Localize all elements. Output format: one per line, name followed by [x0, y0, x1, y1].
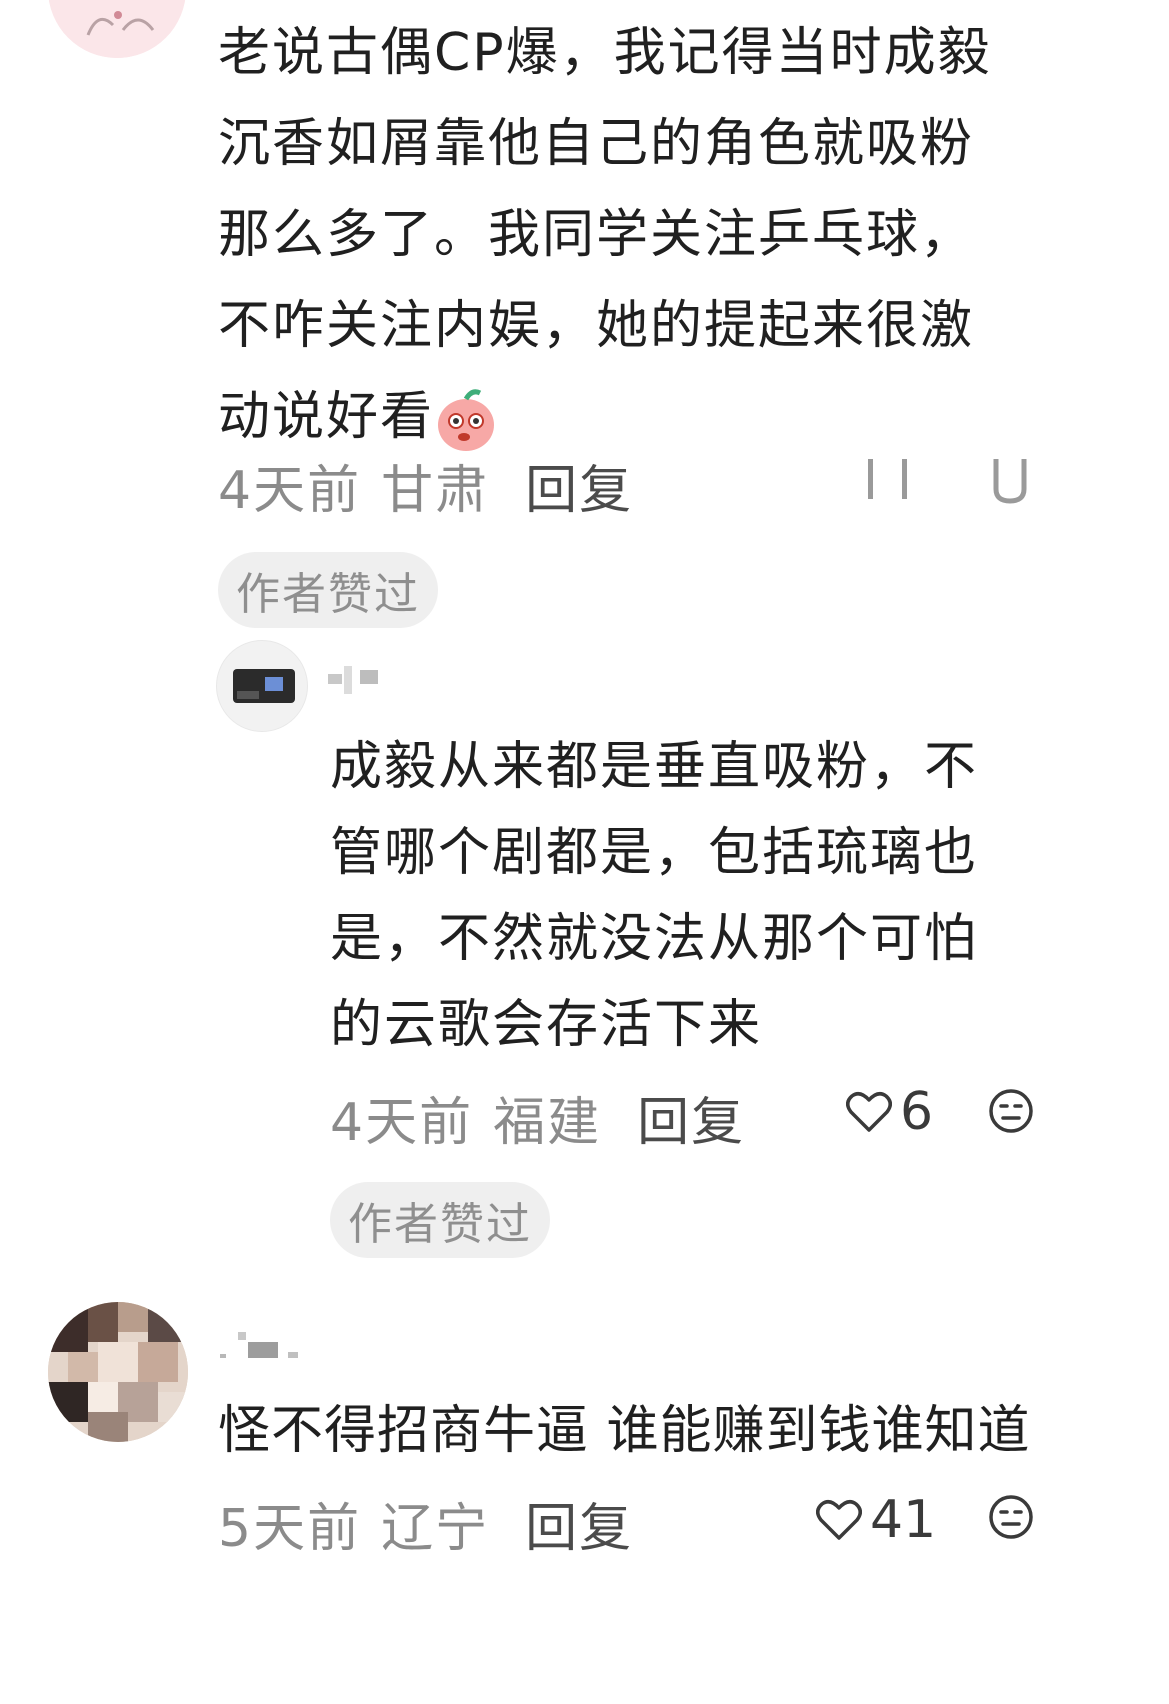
- dislike-face-icon[interactable]: [988, 1088, 1034, 1138]
- like-count: 6: [900, 1082, 934, 1142]
- reply-button[interactable]: 回复: [525, 448, 633, 523]
- comment-text: 成毅从来都是垂直吸粉，不管哪个剧都是，包括琉璃也是，不然就没法从那个可怕的云歌会…: [330, 737, 979, 1055]
- author-liked-badge: 作者赞过: [330, 1182, 550, 1258]
- username[interactable]: [218, 1322, 308, 1368]
- comment-region: 辽宁: [381, 1499, 490, 1559]
- avatar[interactable]: [48, 1302, 188, 1442]
- dislike-icon[interactable]: [990, 455, 1030, 505]
- reply-button[interactable]: 回复: [637, 1080, 745, 1155]
- reply-button[interactable]: 回复: [525, 1486, 633, 1561]
- author-liked-badge: 作者赞过: [218, 552, 438, 628]
- like-count: 41: [870, 1490, 937, 1550]
- comment-region: 福建: [493, 1093, 602, 1153]
- comment-time: 4天前: [218, 461, 362, 521]
- username[interactable]: [326, 660, 382, 700]
- comment-meta: 4天前 福建 回复: [330, 1080, 745, 1155]
- comment-text: 怪不得招商牛逼 谁能赚到钱谁知道: [218, 1401, 1031, 1461]
- avatar[interactable]: [48, 0, 186, 58]
- heart-icon: [846, 1092, 892, 1132]
- avatar[interactable]: [216, 640, 308, 732]
- heart-icon: [816, 1500, 862, 1540]
- comment-meta: 5天前 辽宁 回复: [218, 1486, 633, 1561]
- comment-time: 5天前: [218, 1499, 362, 1559]
- dislike-face-icon[interactable]: [988, 1494, 1034, 1544]
- like-button[interactable]: 6: [846, 1082, 933, 1142]
- comment-region: 甘肃: [381, 461, 490, 521]
- like-icon[interactable]: [862, 455, 922, 505]
- comment-text: 老说古偶CP爆，我记得当时成毅沉香如屑靠他自己的角色就吸粉那么多了。我同学关注乒…: [218, 8, 1018, 463]
- like-button[interactable]: 41: [816, 1490, 936, 1550]
- comment-time: 4天前: [330, 1093, 474, 1153]
- peach-face-emoji: [434, 385, 498, 455]
- comment-meta: 4天前 甘肃 回复: [218, 448, 633, 523]
